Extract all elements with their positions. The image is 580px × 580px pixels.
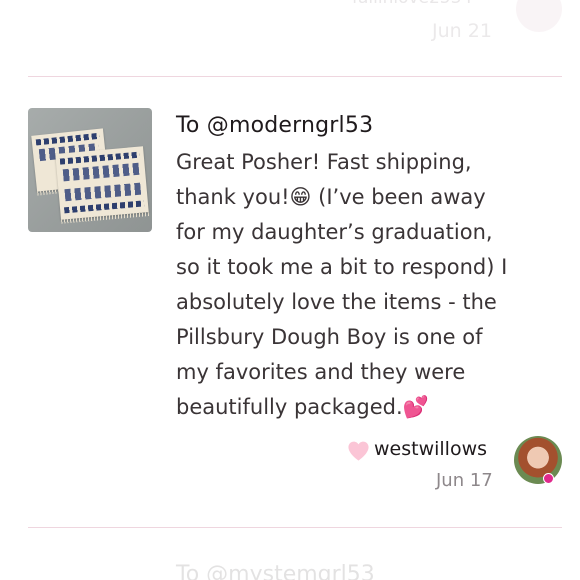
review-text-line: absolutely love the items - the	[176, 290, 497, 314]
review-feed: fallinlove2534 Jun 21 To @moderngrl53 Gr…	[0, 0, 580, 580]
review-text-line: thank you!😁 (I’ve been away	[176, 185, 486, 209]
review-text-line: my favorites and they were	[176, 360, 466, 384]
divider-bottom	[28, 527, 562, 528]
next-review-recipient[interactable]: To @mystemgrl53	[176, 562, 375, 580]
review-text-line: Great Posher! Fast shipping,	[176, 150, 472, 174]
review-text-line: Pillsbury Dough Boy is one of	[176, 325, 483, 349]
review-recipient[interactable]: To @moderngrl53	[176, 113, 373, 138]
author-username[interactable]: westwillows	[374, 438, 487, 460]
review-date: Jun 17	[436, 470, 493, 491]
previous-review-username[interactable]: fallinlove2534	[352, 0, 472, 8]
previous-review-date: Jun 21	[432, 20, 492, 42]
divider-top	[28, 76, 562, 77]
heart-icon	[348, 441, 369, 461]
placemat-front-figures-row2	[64, 182, 142, 202]
avatar-badge	[543, 473, 554, 484]
previous-review-fragment: fallinlove2534 Jun 21	[0, 0, 580, 52]
review-text: Great Posher! Fast shipping, thank you!😁…	[176, 145, 562, 425]
placemat-front-band-bottom	[63, 200, 145, 214]
placemat-front-figures-row1	[62, 162, 140, 182]
listing-thumbnail[interactable]	[28, 108, 152, 232]
review-text-line: for my daughter’s graduation,	[176, 220, 493, 244]
placemat-front	[55, 146, 150, 224]
placemat-front-fringe	[61, 212, 150, 224]
review-text-line: so it took me a bit to respond) I	[176, 255, 508, 279]
author-avatar[interactable]	[514, 436, 562, 484]
review-text-line: beautifully packaged.💕	[176, 395, 429, 419]
previous-review-avatar[interactable]	[516, 0, 562, 32]
